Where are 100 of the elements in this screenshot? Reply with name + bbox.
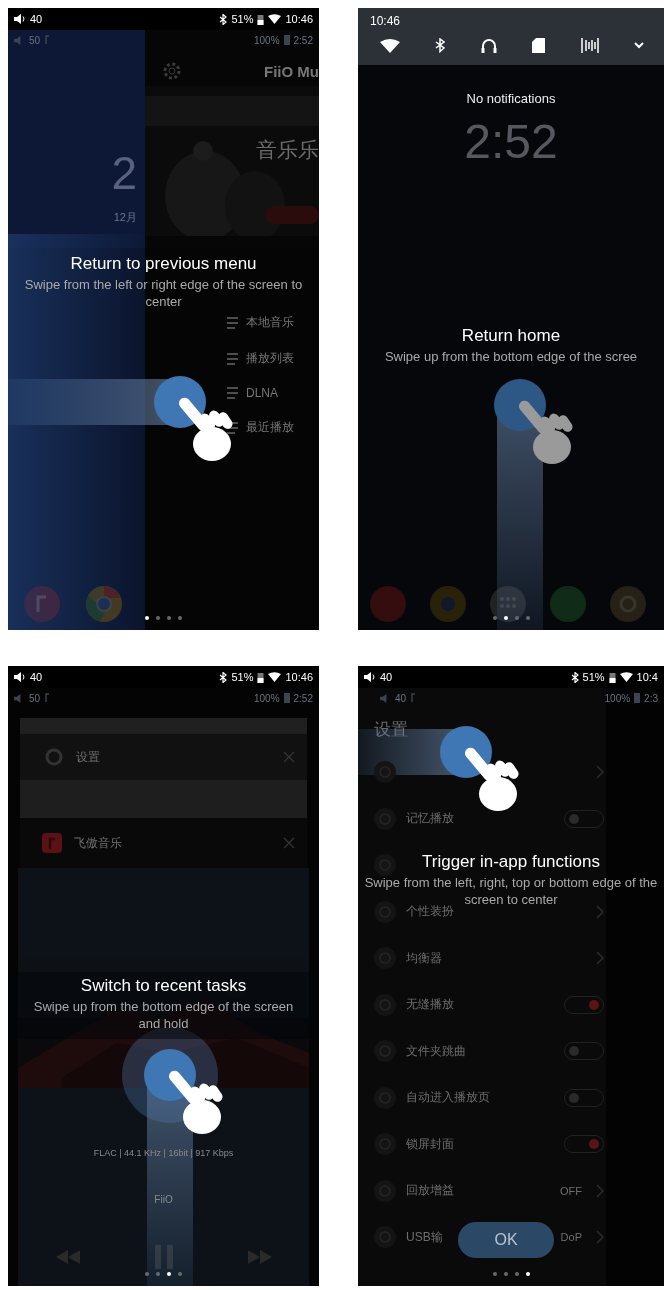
page-dot[interactable] [525, 1272, 530, 1276]
menu-item[interactable]: 本地音乐 [246, 314, 294, 331]
page-dot[interactable] [503, 616, 508, 620]
gear-icon[interactable] [610, 586, 646, 622]
speaker-icon [364, 672, 376, 682]
setting-icon [374, 947, 396, 970]
volume-level: 50 [29, 692, 41, 704]
setting-label: 文件夹跳曲 [406, 1042, 466, 1060]
page-dot[interactable] [492, 1272, 497, 1276]
music-app-icon[interactable] [24, 586, 60, 622]
settings-icon[interactable] [161, 60, 183, 82]
battery-icon [257, 13, 265, 25]
headphones-icon[interactable] [480, 38, 497, 53]
menu-item[interactable]: 播放列表 [246, 350, 294, 367]
speaker-icon [14, 672, 26, 682]
task-title: 设置 [76, 748, 101, 766]
setting-label: 自动进入播放页 [406, 1089, 490, 1107]
page-dot[interactable] [178, 616, 182, 620]
sd-card-icon[interactable] [532, 38, 546, 53]
battery-icon [634, 693, 641, 703]
tutorial-hint: Swipe from the left or right edge of the screen to center [23, 277, 304, 311]
setting-label: 个性装扮 [406, 903, 454, 921]
date-label: 12月 [113, 210, 137, 225]
menu-item[interactable]: DLNA [246, 386, 278, 400]
clock-time: 10:4 [636, 671, 658, 683]
setting-icon [374, 900, 396, 923]
page-dot[interactable] [525, 616, 530, 620]
setting-icon [374, 761, 396, 784]
page-dot[interactable] [145, 1272, 149, 1276]
setting-label: 锁屏封面 [406, 1135, 454, 1153]
list-icon [227, 421, 238, 434]
battery-percent: 100% [604, 692, 631, 704]
chevron-icon [596, 765, 604, 780]
clock-time: 10:46 [285, 13, 313, 25]
artist-link[interactable]: FiiO [154, 1194, 173, 1205]
tutorial-title: Trigger in-app functions [422, 852, 600, 872]
chevron-icon [596, 951, 604, 966]
page-dot[interactable] [156, 616, 160, 620]
volume-level: 40 [380, 671, 393, 683]
banner-title: 音乐乐 [256, 137, 319, 163]
bluetooth-icon [219, 13, 228, 25]
battery-percent: 100% [253, 692, 280, 704]
close-icon[interactable] [283, 837, 295, 849]
setting-label: USB输 [406, 1228, 443, 1246]
clock-time: 2:52 [463, 114, 559, 169]
music-app-icon [42, 833, 62, 853]
volume-level: 50 [29, 34, 41, 46]
page-dot[interactable] [167, 1272, 171, 1276]
clock-time: 2 [111, 146, 137, 200]
setting-icon [374, 1133, 396, 1156]
clock-time: 2:52 [293, 692, 313, 704]
clock-time: 10:46 [370, 14, 402, 28]
battery-percent: 51% [231, 671, 254, 683]
barcode-icon[interactable] [580, 38, 599, 53]
browser-icon[interactable] [86, 586, 122, 622]
page-dot[interactable] [514, 1272, 519, 1276]
list-icon [227, 316, 238, 329]
battery-icon [608, 671, 616, 683]
tutorial-hint: Swipe up from the bottom edge of the scree [383, 349, 639, 366]
battery-percent: 51% [231, 13, 254, 25]
page-dot[interactable] [145, 616, 149, 620]
page-dot[interactable] [167, 616, 171, 620]
setting-value: DoP [560, 1231, 582, 1244]
page-dot[interactable] [178, 1272, 182, 1276]
setting-icon [374, 1226, 396, 1249]
ok-button[interactable]: OK [458, 1222, 554, 1258]
page-dot[interactable] [492, 616, 497, 620]
speaker-icon [14, 14, 26, 24]
tutorial-title: Return to previous menu [70, 254, 257, 274]
volume-level: 40 [30, 671, 43, 683]
setting-icon [374, 1040, 396, 1063]
wifi-icon [268, 14, 282, 24]
task-title: 飞傲音乐 [74, 834, 123, 852]
task-card[interactable]: 设置 [20, 734, 307, 780]
task-card[interactable]: 飞傲音乐 [20, 818, 307, 868]
list-icon [227, 352, 238, 365]
page-dot[interactable] [156, 1272, 160, 1276]
chevron-icon[interactable] [633, 42, 644, 49]
app-title: FiiO Mu [264, 62, 319, 80]
page-dot[interactable] [514, 616, 519, 620]
chevron-icon [596, 904, 604, 919]
tutorial-hint: Swipe up from the bottom edge of the screen and hold [32, 999, 295, 1033]
menu-item[interactable]: 最近播放 [246, 419, 294, 436]
page-dot[interactable] [503, 1272, 508, 1276]
list-icon [227, 387, 238, 399]
volume-level: 40 [395, 692, 407, 704]
wifi-icon[interactable] [380, 38, 400, 53]
close-icon[interactable] [283, 751, 295, 763]
setting-label: 记忆播放 [406, 810, 454, 828]
wifi-icon [268, 672, 282, 682]
tutorial-title: Switch to recent tasks [80, 976, 247, 996]
setting-label: 回放增益 [406, 1182, 454, 1200]
clock-time: 2:3 [644, 692, 658, 704]
setting-label: 无缝播放 [406, 996, 454, 1014]
bluetooth-icon[interactable] [435, 38, 446, 53]
battery-icon [283, 693, 290, 703]
battery-percent: 51% [582, 671, 605, 683]
bluetooth-icon [570, 671, 579, 683]
battery-percent: 100% [253, 34, 280, 46]
volume-level: 40 [30, 13, 43, 25]
